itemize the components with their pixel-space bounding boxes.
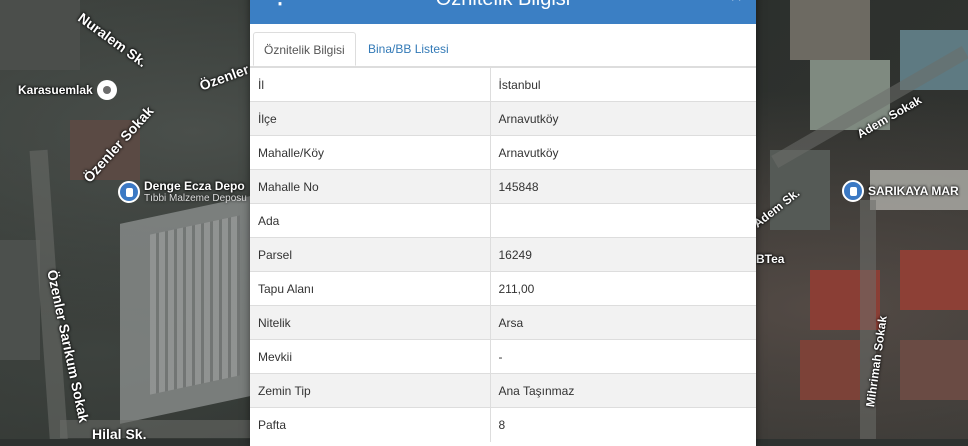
street-label: BTea bbox=[756, 252, 785, 266]
attribute-key: Pafta bbox=[250, 407, 491, 442]
dialog-tabs: Öznitelik Bilgisi Bina/BB Listesi bbox=[250, 24, 756, 67]
street-label: Hilal Sk. bbox=[92, 426, 147, 439]
attribute-key: Tapu Alanı bbox=[250, 271, 491, 306]
poi-label: Karasuemlak bbox=[18, 83, 93, 97]
attribute-value: Arnavutköy bbox=[490, 101, 756, 136]
attribute-info-dialog: ⋮ Öznitelik Bilgisi × Öznitelik Bilgisi … bbox=[250, 0, 756, 446]
attribute-key: Mahalle No bbox=[250, 169, 491, 204]
attribute-key: Ada bbox=[250, 203, 491, 238]
attribute-value: 16249 bbox=[490, 237, 756, 272]
table-row: Pafta 8 bbox=[250, 407, 756, 442]
poi-icon bbox=[96, 80, 117, 100]
attribute-value: Ana Taşınmaz bbox=[490, 373, 756, 408]
attribute-key: Mahalle/Köy bbox=[250, 135, 491, 170]
table-row: İlçe Arnavutköy bbox=[250, 101, 756, 136]
attribute-table: İl İstanbul İlçe Arnavutköy Mahalle/Köy Arnav… bbox=[250, 67, 756, 442]
attribute-key: Nitelik bbox=[250, 305, 491, 340]
attribute-value: 211,00 bbox=[490, 271, 756, 306]
map-building bbox=[150, 215, 240, 395]
table-row: Zemin Tip Ana Taşınmaz bbox=[250, 373, 756, 408]
tab-attribute-info[interactable]: Öznitelik Bilgisi bbox=[253, 32, 356, 66]
tab-building-list[interactable]: Bina/BB Listesi bbox=[358, 32, 459, 66]
attribute-value: 8 bbox=[490, 407, 756, 442]
map-building bbox=[900, 340, 968, 400]
close-icon[interactable]: × bbox=[730, 0, 742, 8]
map-building bbox=[0, 240, 40, 360]
attribute-key: Mevkii bbox=[250, 339, 491, 374]
map-building bbox=[800, 340, 860, 400]
lock-icon bbox=[842, 180, 864, 202]
map-building bbox=[790, 0, 870, 60]
lock-icon bbox=[118, 181, 140, 203]
poi-marker[interactable]: Karasuemlak bbox=[18, 80, 117, 100]
dialog-title: Öznitelik Bilgisi bbox=[250, 0, 756, 10]
attribute-key: Zemin Tip bbox=[250, 373, 491, 408]
table-row: Ada bbox=[250, 203, 756, 238]
poi-sublabel: Tıbbi Malzeme Deposu bbox=[144, 193, 247, 204]
map-road bbox=[60, 420, 260, 438]
dialog-header: ⋮ Öznitelik Bilgisi × bbox=[250, 0, 756, 24]
table-row: Tapu Alanı 211,00 bbox=[250, 271, 756, 306]
map-building bbox=[900, 250, 968, 310]
attribute-key: İl bbox=[250, 67, 491, 102]
attribute-value: İstanbul bbox=[490, 67, 756, 102]
street-label: Özenler bbox=[197, 60, 251, 94]
poi-marker[interactable]: SARIKAYA MAR bbox=[842, 180, 959, 202]
poi-marker[interactable]: Denge Ecza Depo Tıbbi Malzeme Deposu bbox=[118, 180, 247, 204]
table-row: Mahalle No 145848 bbox=[250, 169, 756, 204]
attribute-value: 145848 bbox=[490, 169, 756, 204]
table-row: Mevkii - bbox=[250, 339, 756, 374]
table-row: İl İstanbul bbox=[250, 67, 756, 102]
poi-label: SARIKAYA MAR bbox=[868, 184, 959, 198]
table-row: Parsel 16249 bbox=[250, 237, 756, 272]
attribute-value: Arsa bbox=[490, 305, 756, 340]
attribute-key: İlçe bbox=[250, 101, 491, 136]
attribute-value bbox=[490, 203, 756, 238]
street-label: Nuralem Sk. bbox=[75, 9, 151, 71]
table-row: Mahalle/Köy Arnavutköy bbox=[250, 135, 756, 170]
table-row: Nitelik Arsa bbox=[250, 305, 756, 340]
poi-label: Denge Ecza Depo bbox=[144, 179, 245, 193]
attribute-value: Arnavutköy bbox=[490, 135, 756, 170]
attribute-value: - bbox=[490, 339, 756, 374]
map-building bbox=[0, 0, 80, 70]
attribute-key: Parsel bbox=[250, 237, 491, 272]
